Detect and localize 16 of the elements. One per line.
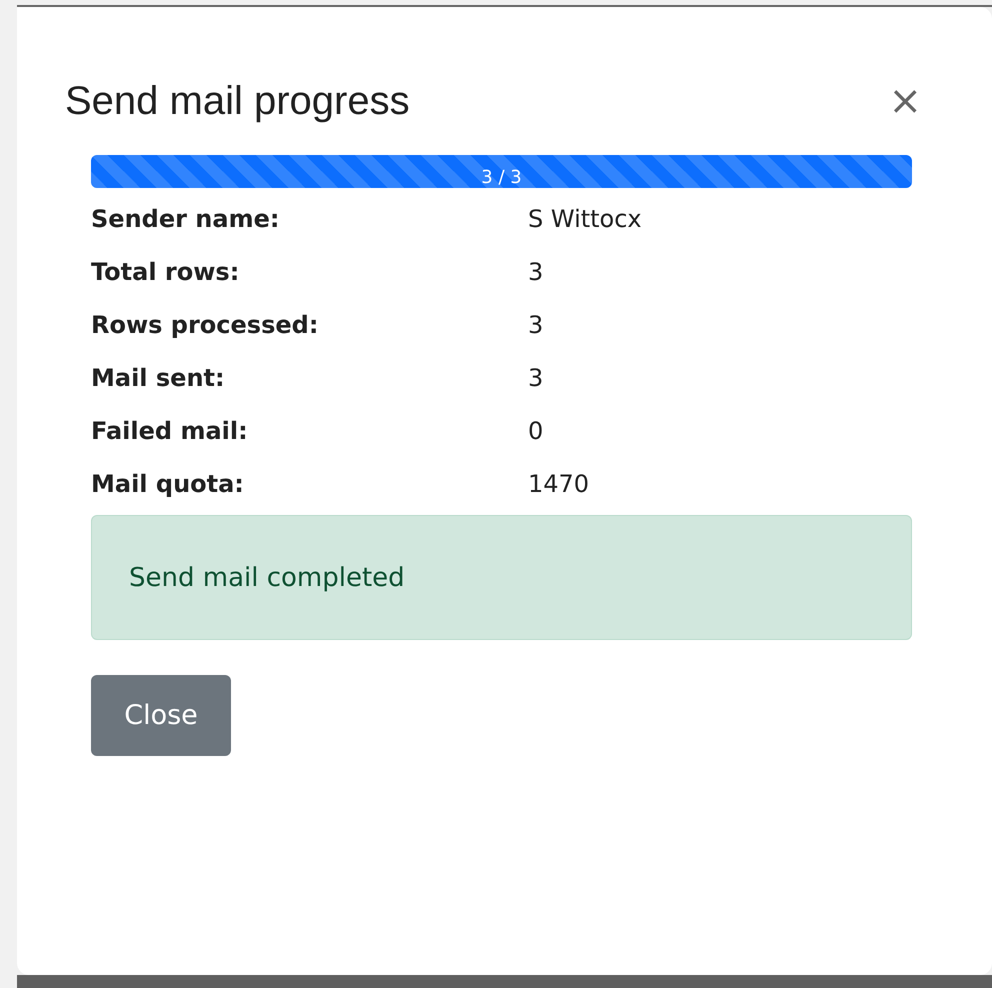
close-button[interactable]: Close bbox=[91, 675, 231, 756]
detail-label: Mail quota: bbox=[91, 469, 245, 500]
detail-label: Failed mail: bbox=[91, 416, 249, 447]
detail-label: Mail sent: bbox=[91, 363, 226, 394]
detail-label: Sender name: bbox=[91, 204, 280, 235]
detail-value: 3 bbox=[528, 310, 544, 341]
detail-value: 3 bbox=[528, 363, 544, 394]
detail-value: 1470 bbox=[528, 469, 590, 500]
alert-message: Send mail completed bbox=[129, 562, 405, 592]
dialog-title: Send mail progress bbox=[65, 78, 410, 124]
detail-value: 3 bbox=[528, 257, 544, 288]
detail-value: 0 bbox=[528, 416, 544, 447]
detail-label: Total rows: bbox=[91, 257, 240, 288]
detail-value: S Wittocx bbox=[528, 204, 642, 235]
detail-label: Rows processed: bbox=[91, 310, 320, 341]
progress-label: 3 / 3 bbox=[481, 168, 522, 188]
